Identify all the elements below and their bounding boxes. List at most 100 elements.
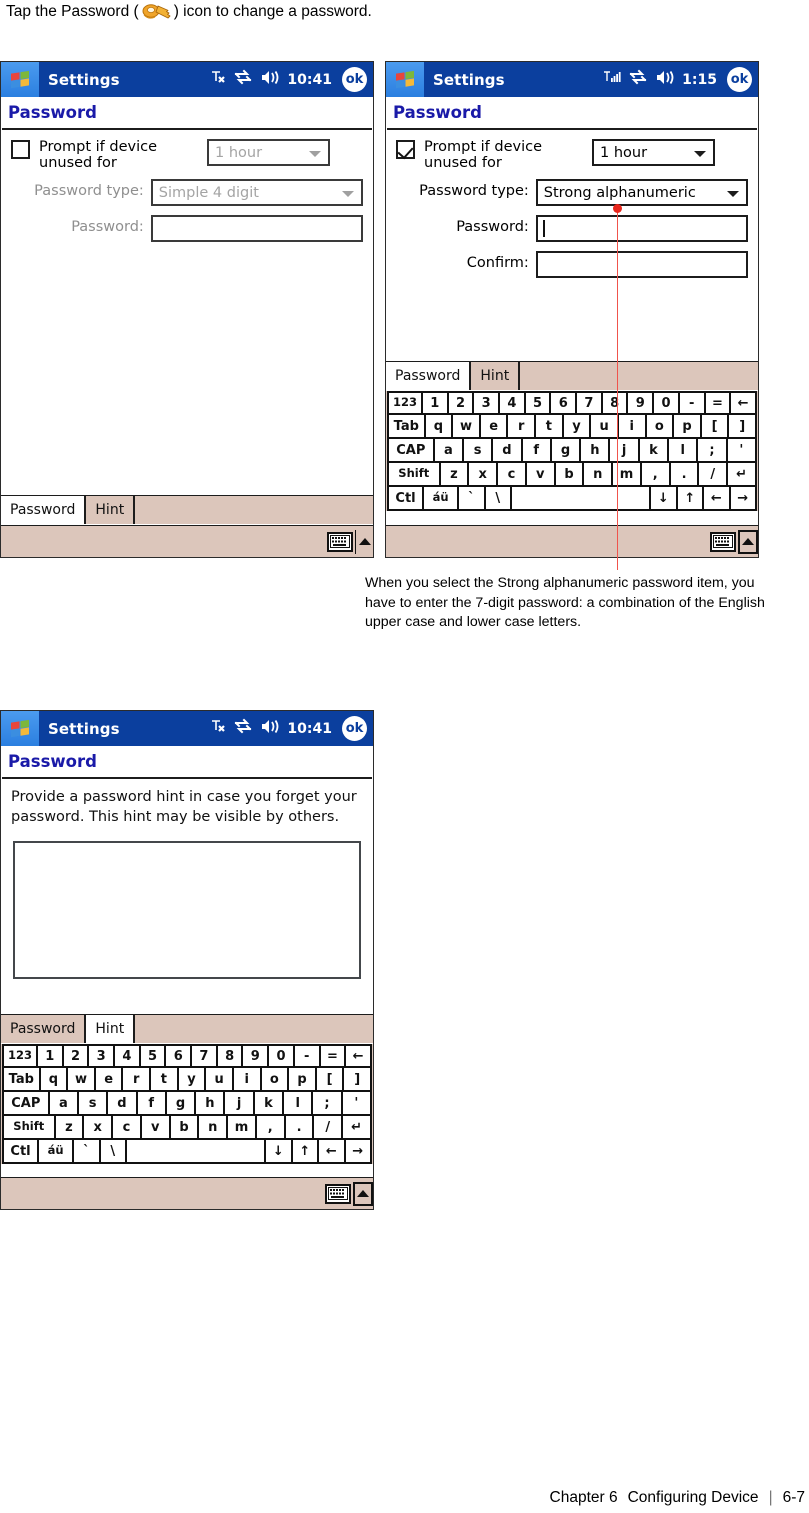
key-.[interactable]: . bbox=[283, 1114, 315, 1140]
key-←[interactable]: ← bbox=[729, 391, 757, 415]
key-e[interactable]: e bbox=[93, 1066, 124, 1092]
key-l[interactable]: l bbox=[282, 1090, 314, 1116]
tab-hint[interactable]: Hint bbox=[86, 1015, 136, 1043]
key-f[interactable]: f bbox=[135, 1090, 167, 1116]
volume-icon[interactable] bbox=[260, 718, 280, 739]
key-Shift[interactable]: Shift bbox=[2, 1114, 56, 1140]
key-6[interactable]: 6 bbox=[164, 1044, 193, 1068]
key-n[interactable]: n bbox=[197, 1114, 229, 1140]
password-input[interactable] bbox=[535, 215, 748, 242]
key-p[interactable]: p bbox=[287, 1066, 317, 1092]
key-g[interactable]: g bbox=[164, 1090, 197, 1116]
key-/[interactable]: / bbox=[312, 1114, 344, 1140]
soft-keyboard-icon[interactable] bbox=[710, 531, 736, 552]
key-r[interactable]: r bbox=[121, 1066, 152, 1092]
timeout-dropdown[interactable]: 1 hour bbox=[592, 139, 715, 166]
volume-icon[interactable] bbox=[260, 69, 280, 90]
key-'[interactable]: ' bbox=[725, 437, 757, 463]
key-123[interactable]: 123 bbox=[387, 391, 423, 415]
key-0[interactable]: 0 bbox=[652, 391, 680, 415]
key-Tab[interactable]: Tab bbox=[387, 413, 426, 439]
key-f[interactable]: f bbox=[520, 437, 552, 463]
key-↓[interactable]: ↓ bbox=[649, 485, 678, 511]
tab-hint[interactable]: Hint bbox=[471, 362, 521, 390]
key-z[interactable]: z bbox=[438, 461, 470, 487]
key-←[interactable]: ← bbox=[702, 485, 731, 511]
key-\[interactable]: \ bbox=[483, 485, 513, 511]
key-space[interactable] bbox=[510, 485, 652, 511]
tab-password[interactable]: Password bbox=[1, 496, 87, 524]
prompt-if-unused-checkbox[interactable] bbox=[396, 140, 415, 159]
key-k[interactable]: k bbox=[637, 437, 670, 463]
key-2[interactable]: 2 bbox=[61, 1044, 90, 1068]
key-h[interactable]: h bbox=[579, 437, 611, 463]
windows-start-icon[interactable] bbox=[1, 62, 39, 97]
key--[interactable]: - bbox=[292, 1044, 321, 1068]
key-Ctl[interactable]: Ctl bbox=[2, 1138, 40, 1164]
key-1[interactable]: 1 bbox=[420, 391, 449, 415]
key-][interactable]: ] bbox=[727, 413, 758, 439]
key-q[interactable]: q bbox=[423, 413, 454, 439]
connectivity-icon[interactable] bbox=[629, 69, 648, 90]
connectivity-icon[interactable] bbox=[234, 718, 253, 739]
key-r[interactable]: r bbox=[506, 413, 537, 439]
no-signal-icon[interactable] bbox=[210, 718, 227, 739]
key-n[interactable]: n bbox=[582, 461, 614, 487]
key-CAP[interactable]: CAP bbox=[387, 437, 435, 463]
key-/[interactable]: / bbox=[697, 461, 729, 487]
key-123[interactable]: 123 bbox=[2, 1044, 38, 1068]
key-y[interactable]: y bbox=[561, 413, 592, 439]
key-d[interactable]: d bbox=[491, 437, 523, 463]
key-Tab[interactable]: Tab bbox=[2, 1066, 41, 1092]
ok-button[interactable]: ok bbox=[342, 67, 367, 92]
soft-keyboard[interactable]: 123 1 2 3 4 5 6 7 8 9 0- = ← Tab q w e r t y u i o p[] CAP a s d f g h… bbox=[386, 391, 758, 511]
key-→[interactable]: → bbox=[343, 1138, 372, 1164]
key-][interactable]: ] bbox=[342, 1066, 373, 1092]
key-[[interactable]: [ bbox=[314, 1066, 345, 1092]
windows-start-icon[interactable] bbox=[1, 711, 39, 746]
key-c[interactable]: c bbox=[496, 461, 527, 487]
key-[[interactable]: [ bbox=[699, 413, 730, 439]
key-t[interactable]: t bbox=[534, 413, 564, 439]
key-a[interactable]: a bbox=[432, 437, 464, 463]
key--[interactable]: - bbox=[677, 391, 706, 415]
key-↵[interactable]: ↵ bbox=[726, 461, 757, 487]
key-z[interactable]: z bbox=[53, 1114, 85, 1140]
key-,[interactable]: , bbox=[254, 1114, 286, 1140]
key-s[interactable]: s bbox=[76, 1090, 109, 1116]
sip-up-arrow-icon[interactable] bbox=[738, 529, 758, 554]
key-p[interactable]: p bbox=[672, 413, 702, 439]
key-áü[interactable]: áü bbox=[37, 1138, 75, 1164]
hint-textarea[interactable] bbox=[13, 841, 361, 979]
key-u[interactable]: u bbox=[589, 413, 619, 439]
volume-icon[interactable] bbox=[655, 69, 675, 90]
soft-keyboard[interactable]: 123 1 2 3 4 5 6 7 8 9 0- = ← Tab q w e r t y u i o p[] CAP a s d f g h… bbox=[1, 1044, 373, 1164]
key-=[interactable]: = bbox=[703, 391, 732, 415]
key-l[interactable]: l bbox=[667, 437, 699, 463]
key-8[interactable]: 8 bbox=[600, 391, 629, 415]
key-t[interactable]: t bbox=[149, 1066, 179, 1092]
key-i[interactable]: i bbox=[231, 1066, 262, 1092]
key-k[interactable]: k bbox=[252, 1090, 285, 1116]
tab-password[interactable]: Password bbox=[1, 1015, 87, 1043]
key-space[interactable] bbox=[125, 1138, 267, 1164]
key-5[interactable]: 5 bbox=[138, 1044, 167, 1068]
sip-up-arrow-icon[interactable] bbox=[355, 529, 373, 554]
key-CAP[interactable]: CAP bbox=[2, 1090, 50, 1116]
key-u[interactable]: u bbox=[204, 1066, 234, 1092]
timeout-dropdown[interactable]: 1 hour bbox=[207, 139, 330, 166]
key-m[interactable]: m bbox=[226, 1114, 257, 1140]
key-b[interactable]: b bbox=[168, 1114, 200, 1140]
key-4[interactable]: 4 bbox=[113, 1044, 141, 1068]
soft-keyboard-icon[interactable] bbox=[327, 531, 353, 552]
key-↓[interactable]: ↓ bbox=[264, 1138, 293, 1164]
password-type-dropdown[interactable]: Strong alphanumeric bbox=[535, 179, 748, 206]
key-j[interactable]: j bbox=[223, 1090, 255, 1116]
key-y[interactable]: y bbox=[176, 1066, 207, 1092]
key-v[interactable]: v bbox=[139, 1114, 171, 1140]
key-=[interactable]: = bbox=[318, 1044, 347, 1068]
key-m[interactable]: m bbox=[611, 461, 642, 487]
key-i[interactable]: i bbox=[616, 413, 647, 439]
key-g[interactable]: g bbox=[549, 437, 582, 463]
key-←[interactable]: ← bbox=[317, 1138, 346, 1164]
